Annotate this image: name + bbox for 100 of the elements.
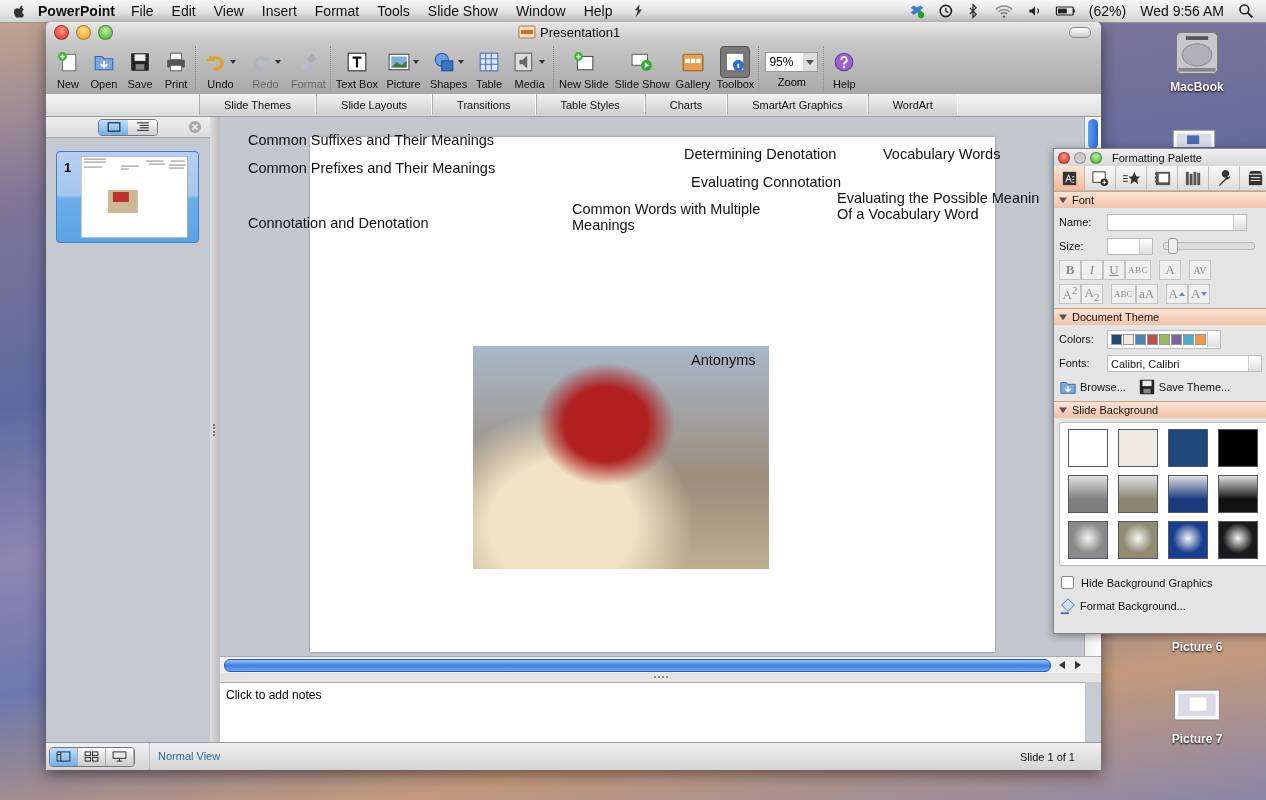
- menu-item[interactable]: Edit: [171, 3, 196, 19]
- background-swatch[interactable]: [1218, 475, 1258, 513]
- menu-item[interactable]: Insert: [261, 3, 297, 19]
- slideshow-icon: [631, 51, 654, 73]
- theme-fonts-dropdown[interactable]: Calibri, Calibri: [1107, 354, 1262, 372]
- paint-bucket-icon: [1059, 597, 1077, 615]
- menu-item[interactable]: Slide Show: [427, 3, 498, 19]
- view-button[interactable]: [106, 747, 134, 766]
- palette-tab[interactable]: [1116, 166, 1147, 190]
- minimize-button[interactable]: [1074, 151, 1086, 164]
- toolbar-button[interactable]: Slide Show: [614, 42, 670, 90]
- menu-item[interactable]: Tools: [377, 3, 410, 19]
- toolbar-button[interactable]: Gallery: [675, 42, 711, 90]
- slide-text-box[interactable]: Evaluating Connotation: [691, 174, 841, 190]
- clock[interactable]: Wed 9:56 AM: [1140, 3, 1224, 19]
- slide-thumbnail-card[interactable]: 1: [56, 151, 199, 243]
- notes-field[interactable]: Click to add notes: [220, 682, 1085, 742]
- slider-thumb[interactable]: [1168, 238, 1178, 254]
- checkbox-label[interactable]: Hide Background Graphics: [1081, 576, 1213, 589]
- background-swatch[interactable]: [1068, 429, 1108, 467]
- horizontal-scrollbar[interactable]: [224, 658, 1051, 672]
- toolbar-button[interactable]: Undo: [201, 42, 240, 90]
- ribbon-tab[interactable]: SmartArt Graphics: [727, 94, 868, 115]
- slide-text-box[interactable]: Common Prefixes and Their Meanings: [248, 160, 496, 176]
- background-swatch[interactable]: [1168, 475, 1208, 513]
- palette-tab[interactable]: [1085, 166, 1116, 190]
- slide-text-box[interactable]: Connotation and Denotation: [248, 215, 429, 231]
- section-header[interactable]: Slide Background: [1054, 401, 1266, 418]
- view-toggle-button[interactable]: [99, 119, 128, 135]
- slide-text-box[interactable]: Evaluating the Possible Meanin Of a Vocabulary Word: [837, 190, 1040, 222]
- background-swatch[interactable]: [1218, 521, 1258, 559]
- fonts-label: Fonts:: [1059, 357, 1091, 369]
- down-triangle-icon: [1201, 292, 1208, 296]
- ribbon-tab[interactable]: Slide Themes: [199, 94, 317, 115]
- toolbar-button[interactable]: New: [53, 42, 83, 90]
- section-header[interactable]: Font: [1054, 191, 1266, 208]
- slide-text-box[interactable]: Common Words with Multiple Meanings: [572, 201, 787, 233]
- toolbar-button[interactable]: Table: [474, 42, 505, 90]
- ribbon-tab[interactable]: Transitions: [432, 94, 536, 115]
- toolbar-button[interactable]: Help: [829, 42, 860, 90]
- zoom-combo-box[interactable]: 95%: [765, 52, 819, 72]
- toolbar-button[interactable]: Print: [161, 42, 191, 90]
- box-sync-icon[interactable]: [908, 3, 925, 19]
- theme-colors-dropdown[interactable]: [1107, 329, 1221, 349]
- menu-item[interactable]: Window: [515, 3, 566, 19]
- search-icon[interactable]: [1238, 3, 1254, 19]
- toolbar-button[interactable]: Shapes: [429, 42, 469, 90]
- font-size-field[interactable]: [1107, 237, 1153, 255]
- battery-percentage[interactable]: (62%): [1088, 3, 1127, 19]
- background-swatch[interactable]: [1118, 521, 1158, 559]
- ribbon-tab[interactable]: WordArt: [867, 94, 958, 115]
- toolbar-button[interactable]: Open: [89, 42, 119, 90]
- scrollbar-thumb[interactable]: [1088, 119, 1098, 149]
- section-header[interactable]: Document Theme: [1054, 308, 1266, 325]
- desktop-icon-label[interactable]: MacBook: [1170, 80, 1224, 94]
- ribbon-tab[interactable]: Charts: [644, 94, 728, 115]
- toolbar-button[interactable]: Save: [125, 42, 155, 90]
- toolbar-toggle-button[interactable]: [1069, 26, 1091, 38]
- background-swatch[interactable]: [1168, 521, 1208, 559]
- palette-tab[interactable]: [1054, 166, 1085, 190]
- background-swatch[interactable]: [1118, 475, 1158, 513]
- checkbox[interactable]: [1061, 576, 1074, 589]
- toolbar-button[interactable]: Media: [510, 42, 550, 90]
- background-swatch[interactable]: [1068, 521, 1108, 559]
- palette-tab[interactable]: [1209, 166, 1240, 190]
- menu-item[interactable]: Help: [583, 3, 613, 19]
- battery-icon[interactable]: [1054, 3, 1077, 19]
- close-button[interactable]: [54, 24, 69, 40]
- view-button[interactable]: [50, 747, 78, 766]
- background-swatch[interactable]: [1168, 429, 1208, 467]
- slide-text-box[interactable]: Vocabulary Words: [883, 146, 1001, 162]
- ribbon-tab[interactable]: Slide Layouts: [316, 94, 433, 115]
- zoom-button[interactable]: [98, 24, 113, 40]
- close-button[interactable]: [1058, 151, 1070, 164]
- slide-text-box[interactable]: Common Suffixes and Their Meanings: [248, 132, 495, 148]
- save-theme-button[interactable]: Save Theme...: [1137, 378, 1231, 396]
- menu-item[interactable]: View: [213, 3, 244, 19]
- toolbar-button[interactable]: New Slide: [559, 42, 609, 90]
- background-swatch[interactable]: [1118, 429, 1158, 467]
- browse-button[interactable]: Browse...: [1059, 378, 1126, 396]
- format-background-button[interactable]: Format Background...: [1059, 597, 1261, 615]
- menu-item[interactable]: File: [131, 3, 154, 19]
- palette-tab[interactable]: [1178, 166, 1209, 190]
- app-menu[interactable]: PowerPoint: [38, 3, 115, 19]
- palette-tab[interactable]: [1240, 166, 1266, 190]
- slide-text-box[interactable]: Determining Denotation: [684, 146, 837, 162]
- clock-icon[interactable]: [936, 3, 953, 19]
- picture-caption[interactable]: Antonyms: [691, 352, 756, 368]
- font-name-field[interactable]: [1107, 213, 1247, 231]
- background-swatch[interactable]: [1068, 475, 1108, 513]
- menu-item[interactable]: Format: [314, 3, 360, 19]
- view-toggle-button[interactable]: [128, 119, 157, 135]
- toolbar-button[interactable]: Text Box: [335, 42, 379, 90]
- ribbon-tab[interactable]: Table Styles: [535, 94, 645, 115]
- view-button[interactable]: [78, 747, 106, 766]
- zoom-button[interactable]: [1090, 151, 1102, 164]
- background-swatch[interactable]: [1218, 429, 1258, 467]
- toolbar-button[interactable]: Picture: [384, 42, 424, 90]
- palette-tab[interactable]: [1147, 166, 1178, 190]
- minimize-button[interactable]: [76, 24, 91, 40]
